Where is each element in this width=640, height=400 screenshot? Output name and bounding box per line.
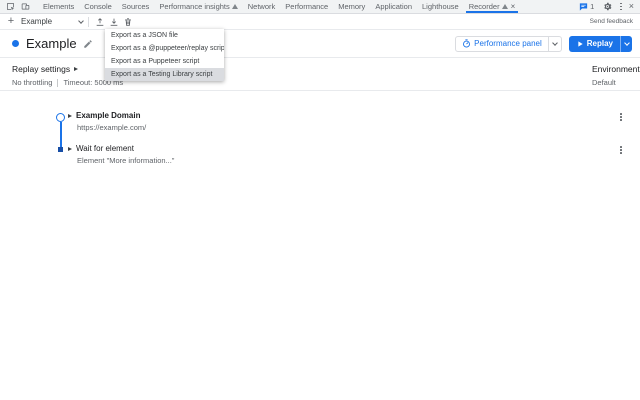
step-menu-icon[interactable] xyxy=(620,146,622,154)
header-buttons: Performance panel Replay xyxy=(455,36,640,52)
import-recording-button[interactable] xyxy=(108,16,120,28)
recording-select-value: Example xyxy=(21,17,52,26)
settings-section: Replay settings No throttling Timeout: 5… xyxy=(0,58,640,91)
summary-divider xyxy=(57,79,58,87)
replay-label: Replay xyxy=(587,39,613,48)
tab-sources[interactable]: Sources xyxy=(117,0,155,13)
tab-recorder[interactable]: Recorder × xyxy=(464,0,521,13)
throttling-value: No throttling xyxy=(12,78,52,87)
performance-panel-label: Performance panel xyxy=(474,39,542,48)
warning-icon xyxy=(232,4,238,9)
devtools-tabbar: Elements Console Sources Performance ins… xyxy=(0,0,640,14)
panel-tabs: Elements Console Sources Performance ins… xyxy=(38,0,520,13)
tab-application[interactable]: Application xyxy=(370,0,417,13)
close-devtools-icon[interactable]: × xyxy=(629,2,634,11)
menu-item-export-testing-library[interactable]: Export as a Testing Library script xyxy=(105,68,224,81)
recorder-toolbar: + Example Send feedback xyxy=(0,14,640,30)
toolbar-divider xyxy=(88,17,89,27)
warning-icon xyxy=(502,4,508,9)
issues-count: 1 xyxy=(590,2,594,11)
replay-menu-arrow[interactable] xyxy=(620,36,632,52)
more-options-icon[interactable] xyxy=(620,3,622,11)
replay-button[interactable]: Replay xyxy=(569,36,632,52)
tabbar-right-controls: 1 × xyxy=(579,1,640,13)
step-title: Wait for element xyxy=(76,144,134,153)
chevron-down-icon xyxy=(624,40,630,46)
step-menu-icon[interactable] xyxy=(620,113,622,121)
devtools-window: Elements Console Sources Performance ins… xyxy=(0,0,640,400)
step-detail: Element "More information..." xyxy=(77,156,174,165)
tab-memory[interactable]: Memory xyxy=(333,0,370,13)
tab-performance-insights[interactable]: Performance insights xyxy=(154,0,242,13)
replay-settings-toggle[interactable]: Replay settings xyxy=(12,64,78,74)
tab-performance[interactable]: Performance xyxy=(280,0,333,13)
performance-panel-menu-arrow[interactable] xyxy=(548,37,561,51)
collapsed-caret-icon xyxy=(74,67,78,71)
chevron-down-icon xyxy=(552,40,558,46)
step-title: Example Domain xyxy=(76,111,140,120)
menu-item-export-json[interactable]: Export as a JSON file xyxy=(105,29,224,42)
step-navigate[interactable]: Example Domain https://example.com/ xyxy=(68,111,146,132)
step-detail: https://example.com/ xyxy=(77,123,146,132)
timeline-line xyxy=(60,122,62,148)
step-wait-for-element[interactable]: Wait for element Element "More informati… xyxy=(68,144,174,165)
export-recording-button[interactable] xyxy=(94,16,106,28)
export-menu: Export as a JSON file Export as a @puppe… xyxy=(105,29,224,81)
close-tab-icon[interactable]: × xyxy=(511,3,516,11)
recording-select[interactable]: Example xyxy=(21,17,83,26)
menu-item-export-puppeteer[interactable]: Export as a Puppeteer script xyxy=(105,55,224,68)
tab-elements[interactable]: Elements xyxy=(38,0,79,13)
tab-console[interactable]: Console xyxy=(79,0,117,13)
send-feedback-link[interactable]: Send feedback xyxy=(590,18,640,25)
expand-caret-icon[interactable] xyxy=(68,147,72,151)
issues-indicator[interactable]: 1 xyxy=(579,2,594,11)
timeline-step-marker xyxy=(58,147,63,152)
inspect-element-icon[interactable] xyxy=(4,1,16,13)
feedback-bubble-icon xyxy=(579,3,588,11)
performance-panel-button[interactable]: Performance panel xyxy=(455,36,562,52)
create-recording-button[interactable]: + xyxy=(6,16,16,27)
settings-gear-icon[interactable] xyxy=(601,1,613,13)
edit-title-icon[interactable] xyxy=(83,39,93,49)
device-toolbar-icon[interactable] xyxy=(19,1,31,13)
environment-value: Default xyxy=(592,78,616,87)
expand-caret-icon[interactable] xyxy=(68,114,72,118)
menu-item-export-puppeteer-replay[interactable]: Export as a @puppeteer/replay script xyxy=(105,42,224,55)
recording-dot-icon xyxy=(12,40,19,47)
tab-lighthouse[interactable]: Lighthouse xyxy=(417,0,464,13)
tab-network[interactable]: Network xyxy=(243,0,281,13)
replay-settings-label: Replay settings xyxy=(12,64,70,74)
play-icon xyxy=(576,40,584,48)
recording-header: Example Performance panel Replay xyxy=(0,30,640,58)
timeline-start-marker xyxy=(56,113,65,122)
delete-recording-button[interactable] xyxy=(122,16,134,28)
tabbar-lead-icons xyxy=(4,1,31,13)
environment-label: Environment xyxy=(592,64,640,74)
recording-title: Example xyxy=(26,36,77,51)
stopwatch-icon xyxy=(462,39,471,48)
chevron-down-icon xyxy=(78,18,84,24)
